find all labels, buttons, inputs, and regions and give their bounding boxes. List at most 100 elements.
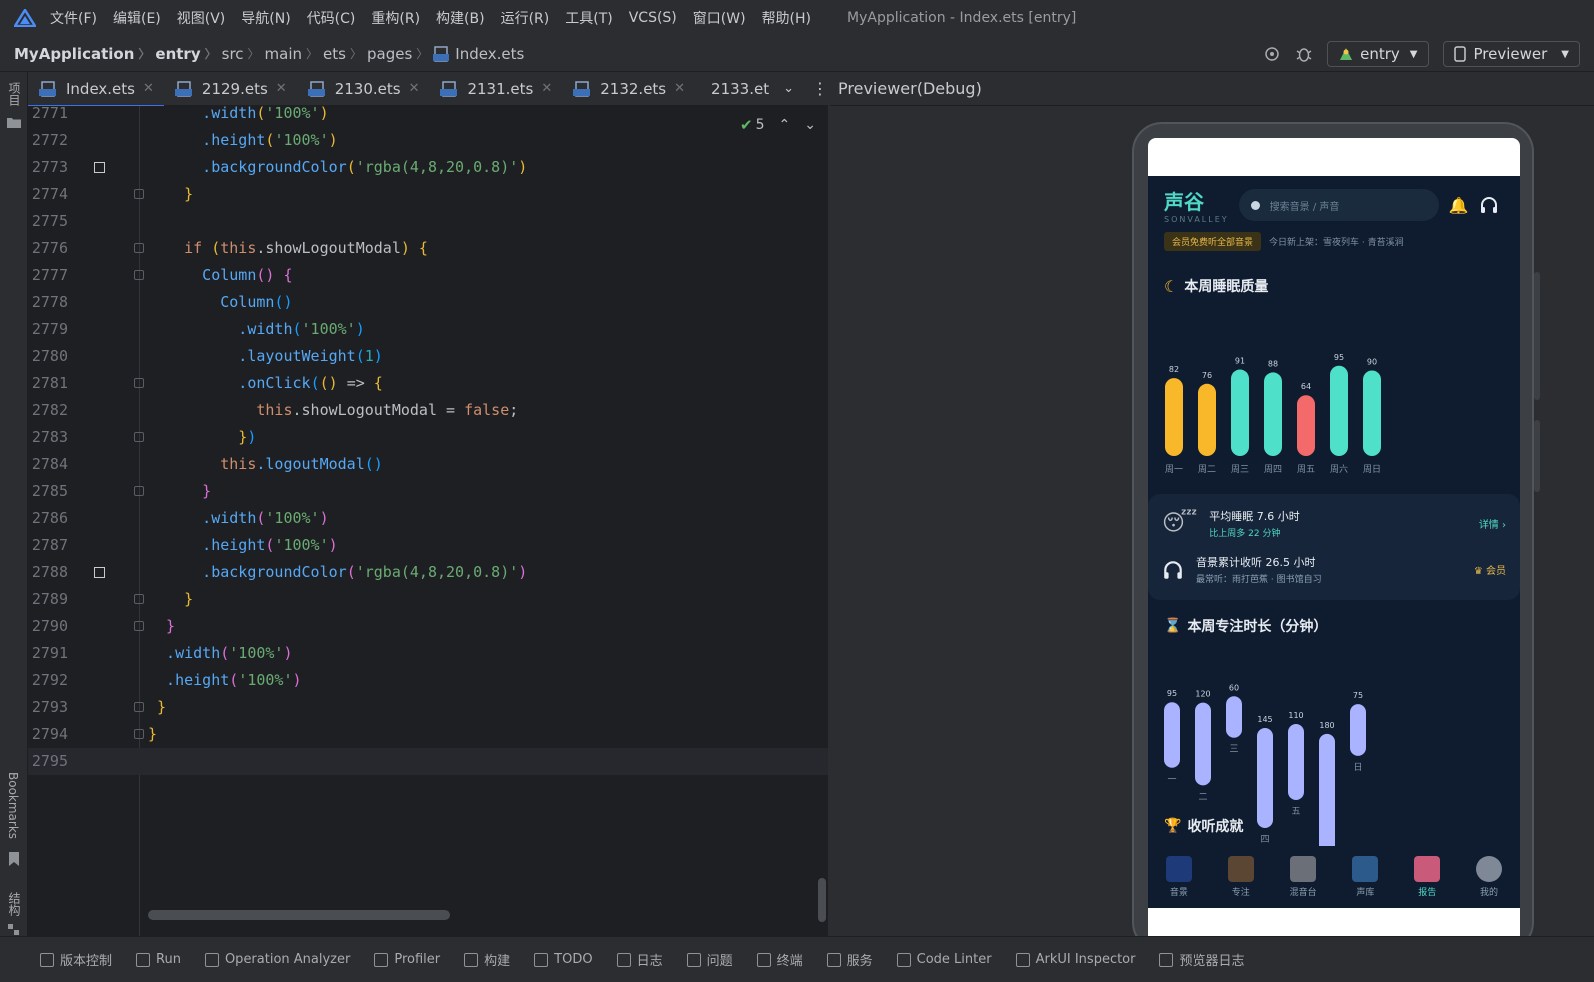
headphones-icon[interactable] [1479,195,1499,215]
tab-soundscape[interactable]: 音景 [1165,856,1192,898]
code-line[interactable]: 2780 .layoutWeight(1) [28,343,828,370]
target-icon[interactable] [1263,45,1281,63]
bookmark-icon[interactable] [8,852,20,866]
tab-2130-ets[interactable]: 2130.ets ✕ [297,72,430,106]
structure-tool-label[interactable]: 结构 [6,892,23,916]
code-line[interactable]: 2782 this.showLogoutModal = false; [28,397,828,424]
menu-build[interactable]: 构建(B) [436,8,485,28]
more-options-icon[interactable]: ⋮ [812,79,828,98]
code-editor[interactable]: 2771 .width('100%') 2772 .height('100%') 2… [28,106,828,936]
code-line[interactable]: 2784 this.logoutModal() [28,451,828,478]
device-dropdown[interactable]: Previewer ▼ [1442,41,1580,67]
menu-tools[interactable]: 工具(T) [565,8,612,28]
fold-icon[interactable] [134,270,144,280]
listen-summary-row[interactable]: 音景累计收听 26.5 小时 最常听：雨打芭蕉 · 图书馆自习 ♛ 会员 [1162,554,1506,585]
code-line[interactable]: 2774 } [28,181,828,208]
tab-library[interactable]: 声库 [1352,856,1379,898]
menu-file[interactable]: 文件(F) [50,8,97,28]
code-line[interactable]: 2771 .width('100%') [28,106,828,127]
vip-chip[interactable]: 会员免费听全部音景 [1164,232,1262,251]
breadcrumb-main[interactable]: main 〉 [265,45,324,63]
close-icon[interactable]: ✕ [409,81,420,96]
code-line[interactable]: 2772 .height('100%') [28,127,828,154]
details-link[interactable]: 详情 › [1479,516,1506,531]
tab-2129-ets[interactable]: 2129.ets ✕ [164,72,297,106]
code-line[interactable]: 2787 .height('100%') [28,532,828,559]
breadcrumb-module[interactable]: entry 〉 [155,45,221,63]
code-line[interactable]: 2775 [28,208,828,235]
color-swatch-icon[interactable] [94,567,105,578]
tool-window-button[interactable]: TODO [534,952,592,967]
horizontal-scrollbar[interactable] [148,910,450,920]
chevron-down-icon[interactable]: ⌄ [804,117,816,133]
close-icon[interactable]: ✕ [674,81,685,96]
fold-icon[interactable] [134,486,144,496]
code-line[interactable]: 2778 Column() [28,289,828,316]
code-line[interactable]: 2791 .width('100%') [28,640,828,667]
tab-index-ets[interactable]: Index.ets ✕ [28,71,164,107]
breadcrumb-src[interactable]: src 〉 [222,45,265,63]
bell-icon[interactable]: 🔔 [1449,196,1469,215]
code-line[interactable]: 2789 } [28,586,828,613]
structure-icon[interactable] [8,924,20,936]
tool-window-button[interactable]: Run [136,952,181,967]
menu-vcs[interactable]: VCS(S) [629,10,677,26]
code-line[interactable]: 2779 .width('100%') [28,316,828,343]
tool-window-button[interactable]: 服务 [827,950,873,969]
code-line[interactable]: 2786 .width('100%') [28,505,828,532]
tool-window-button[interactable]: Code Linter [897,952,992,967]
tool-window-button[interactable]: Profiler [374,952,440,967]
menu-window[interactable]: 窗口(W) [693,8,746,28]
fold-icon[interactable] [134,729,144,739]
close-icon[interactable]: ✕ [541,81,552,96]
tool-window-button[interactable]: 问题 [687,950,733,969]
menu-help[interactable]: 帮助(H) [762,8,811,28]
code-line[interactable]: 2788 .backgroundColor('rgba(4,8,20,0.8)'… [28,559,828,586]
close-icon[interactable]: ✕ [143,81,154,96]
menu-run[interactable]: 运行(R) [501,8,550,28]
code-line[interactable]: 2783 }) [28,424,828,451]
member-badge[interactable]: ♛ 会员 [1474,562,1506,577]
fold-icon[interactable] [134,621,144,631]
tab-profile[interactable]: 我的 [1476,856,1503,898]
vertical-scrollbar[interactable] [818,878,826,922]
sleep-summary-row[interactable]: 😴 平均睡眠 7.6 小时 比上周多 22 分钟 详情 › [1162,508,1506,539]
tab-2133-ets[interactable]: 2133.ets [695,72,769,106]
breadcrumb-ets[interactable]: ets 〉 [323,45,367,63]
code-line[interactable]: 2794} [28,721,828,748]
tool-window-button[interactable]: 版本控制 [40,950,112,969]
tool-window-button[interactable]: 构建 [464,950,510,969]
chevron-up-icon[interactable]: ⌃ [779,117,791,133]
code-line[interactable]: 2795 [28,748,828,775]
menu-edit[interactable]: 编辑(E) [113,8,161,28]
tab-2132-ets[interactable]: 2132.ets ✕ [562,72,695,106]
code-line[interactable]: 2776 if (this.showLogoutModal) { [28,235,828,262]
close-icon[interactable]: ✕ [276,81,287,96]
breadcrumb-pages[interactable]: pages 〉 [367,45,433,63]
tool-window-button[interactable]: 预览器日志 [1159,950,1244,969]
menu-view[interactable]: 视图(V) [177,8,226,28]
tool-window-button[interactable]: 日志 [617,950,663,969]
menu-refactor[interactable]: 重构(R) [371,8,420,28]
fold-icon[interactable] [134,594,144,604]
code-line[interactable]: 2790 } [28,613,828,640]
fold-icon[interactable] [134,243,144,253]
bookmarks-tool-label[interactable]: Bookmarks [6,772,20,839]
fold-icon[interactable] [134,378,144,388]
code-line[interactable]: 2792 .height('100%') [28,667,828,694]
breadcrumb-file[interactable]: Index.ets [433,45,524,63]
inspection-widget[interactable]: ✔ 5 ⌃ ⌄ [740,116,816,134]
code-line[interactable]: 2793 } [28,694,828,721]
fold-icon[interactable] [134,702,144,712]
tab-mixer[interactable]: 混音台 [1290,856,1317,898]
fold-icon[interactable] [134,189,144,199]
module-dropdown[interactable]: entry ▼ [1327,41,1429,67]
tool-window-button[interactable]: 终端 [757,950,803,969]
tab-report[interactable]: 报告 [1414,856,1441,898]
code-line[interactable]: 2785 } [28,478,828,505]
fold-icon[interactable] [134,432,144,442]
tab-focus[interactable]: 专注 [1227,856,1254,898]
color-swatch-icon[interactable] [94,162,105,173]
code-line[interactable]: 2777 Column() { [28,262,828,289]
tab-list-chevron-icon[interactable]: ⌄ [783,81,794,96]
